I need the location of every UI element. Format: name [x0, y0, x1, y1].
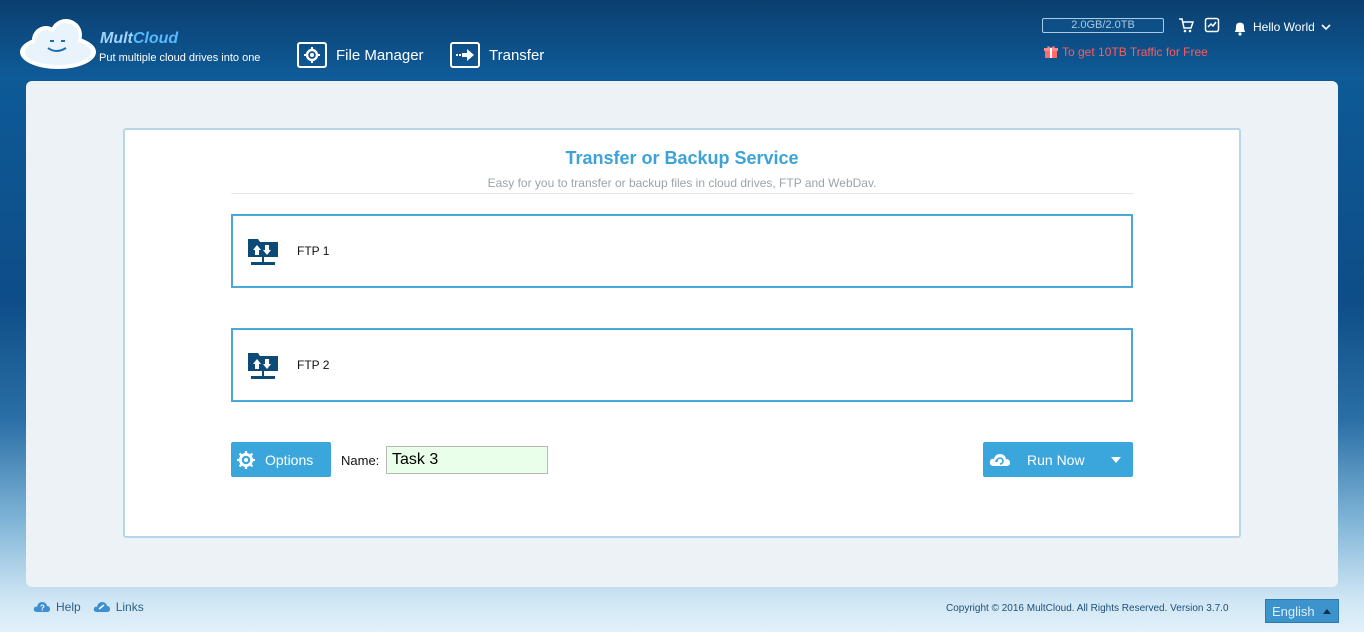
- chevron-down-icon: [1321, 23, 1331, 30]
- run-now-button[interactable]: Run Now: [983, 442, 1133, 477]
- brand-name-part2: Cloud: [132, 30, 179, 47]
- task-name-input[interactable]: [386, 446, 548, 474]
- help-label: Help: [56, 600, 81, 614]
- source-selector[interactable]: FTP 1: [231, 214, 1133, 288]
- help-cloud-icon: ?: [33, 602, 50, 613]
- svg-text:?: ?: [40, 604, 45, 613]
- arrow-right-icon: [450, 42, 480, 68]
- divider: [231, 193, 1133, 194]
- task-name-label: Name:: [341, 453, 380, 468]
- gift-icon: [1044, 46, 1058, 58]
- target-selector[interactable]: FTP 2: [231, 328, 1133, 402]
- promo-link[interactable]: To get 10TB Traffic for Free: [1044, 45, 1208, 59]
- nav-transfer-label: Transfer: [489, 46, 545, 64]
- traffic-quota: 2.0GB/2.0TB: [1042, 18, 1164, 33]
- caret-up-icon: [1323, 608, 1331, 614]
- source-label: FTP 1: [297, 244, 330, 258]
- transfer-card: Transfer or Backup Service Easy for you …: [123, 128, 1241, 538]
- top-header: MultCloud Put multiple cloud drives into…: [0, 0, 1364, 80]
- language-value: English: [1272, 603, 1315, 619]
- cart-icon[interactable]: [1178, 17, 1194, 33]
- multcloud-logo[interactable]: [18, 18, 100, 70]
- language-select[interactable]: English: [1265, 599, 1339, 623]
- copyright-text: Copyright © 2016 MultCloud. All Rights R…: [946, 603, 1229, 614]
- brand-name-part1: Mult: [100, 30, 133, 47]
- card-subtitle: Easy for you to transfer or backup files…: [487, 176, 877, 190]
- main-panel: Transfer or Backup Service Easy for you …: [26, 81, 1338, 587]
- bell-icon[interactable]: [1232, 20, 1248, 36]
- gear-icon: [237, 450, 255, 469]
- nav-file-manager-label: File Manager: [336, 46, 424, 64]
- links-label: Links: [115, 600, 144, 614]
- nav-file-manager[interactable]: File Manager: [297, 40, 424, 70]
- options-label: Options: [265, 451, 314, 468]
- links-link[interactable]: Links: [93, 600, 144, 614]
- user-menu[interactable]: Hello World: [1253, 20, 1331, 34]
- nav-transfer[interactable]: Transfer: [450, 40, 544, 70]
- run-now-label: Run Now: [1027, 451, 1085, 468]
- target-label: FTP 2: [297, 358, 330, 372]
- dropdown-caret-icon[interactable]: [1111, 456, 1121, 463]
- promo-text: To get 10TB Traffic for Free: [1062, 45, 1208, 59]
- ftp-folder-icon: [248, 353, 278, 379]
- link-cloud-icon: [93, 602, 110, 612]
- brand-tagline: Put multiple cloud drives into one: [99, 52, 261, 64]
- help-link[interactable]: ? Help: [33, 600, 81, 614]
- options-button[interactable]: Options: [231, 442, 331, 477]
- chart-icon[interactable]: [1204, 17, 1220, 33]
- brand-name[interactable]: MultCloud: [100, 30, 178, 48]
- cloud-sync-icon: [989, 453, 1010, 466]
- ftp-folder-icon: [248, 239, 278, 265]
- gear-icon: [297, 42, 327, 68]
- card-title: Transfer or Backup Service: [565, 148, 799, 168]
- user-name: Hello World: [1253, 20, 1315, 34]
- footer-links: ? Help Links: [33, 600, 156, 614]
